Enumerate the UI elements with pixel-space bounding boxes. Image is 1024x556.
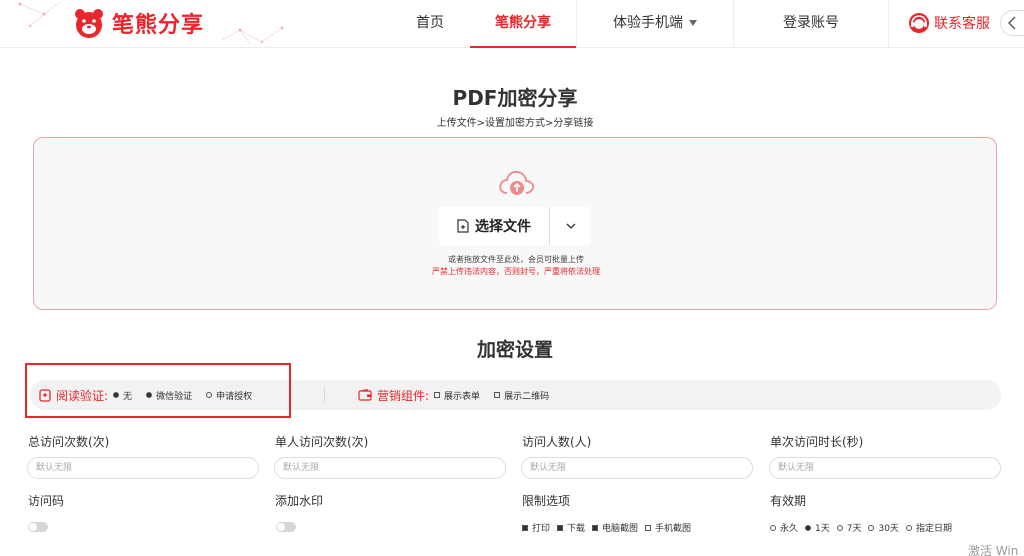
upload-options-dropdown[interactable] — [550, 207, 591, 245]
validity-options: 永久 1天 7天 30天 指定日期 — [770, 521, 959, 534]
cloud-upload-icon — [499, 170, 535, 195]
brand-name: 笔熊分享 — [112, 13, 205, 38]
nav-share[interactable]: 笔熊分享 — [470, 0, 576, 48]
marketing-group: 营销组件: 展示表单 展示二维码 — [358, 380, 563, 410]
validity-label: 有效期 — [770, 494, 807, 508]
chevron-left-icon — [1008, 16, 1016, 30]
watermark-label: 添加水印 — [275, 494, 324, 508]
access-code-toggle[interactable] — [28, 522, 48, 532]
marketing-label: 营销组件: — [377, 388, 430, 403]
checkbox-box — [522, 524, 528, 531]
checkbox-box — [557, 524, 564, 531]
radio-dot — [868, 524, 875, 531]
visit-duration-label: 单次访问时长(秒) — [770, 435, 864, 449]
radio-label: 30天 — [878, 524, 899, 534]
per-user-visits-label: 单人访问次数(次) — [275, 435, 369, 449]
visitor-count-input[interactable] — [521, 457, 753, 479]
show-form-checkbox[interactable]: 展示表单 — [434, 389, 480, 402]
checkbox-box — [494, 392, 501, 398]
nav-mobile-label: 体验手机端 — [613, 15, 683, 31]
radio-label: 永久 — [780, 524, 799, 534]
nav-share-label: 笔熊分享 — [495, 15, 551, 31]
validity-forever-radio[interactable]: 永久 — [770, 521, 798, 534]
nav-home-label: 首页 — [416, 15, 444, 31]
radio-label: 1天 — [815, 524, 830, 534]
access-code-label: 访问码 — [28, 494, 65, 508]
choose-file-label: 选择文件 — [475, 219, 531, 235]
checkbox-label: 手机截图 — [655, 524, 692, 534]
checkbox-label: 下载 — [567, 524, 586, 534]
checkbox-box — [434, 392, 441, 398]
limit-pc-screenshot-checkbox[interactable]: 电脑截图 — [592, 521, 638, 534]
radio-dot — [770, 524, 776, 531]
validity-1day-radio[interactable]: 1天 — [805, 521, 830, 534]
top-header: 笔熊分享 首页 笔熊分享 体验手机端 登录账号 联系客服 — [0, 0, 1024, 48]
radio-dot — [805, 524, 812, 531]
limit-mobile-screenshot-checkbox[interactable]: 手机截图 — [645, 521, 691, 534]
checkbox-label: 打印 — [532, 524, 551, 534]
chevron-down-icon — [566, 223, 575, 229]
upload-hint: 或者拖放文件至此处，会员可批量上传 — [448, 255, 584, 264]
show-qrcode-checkbox[interactable]: 展示二维码 — [494, 389, 549, 402]
settings-title: 加密设置 — [476, 339, 553, 361]
limits-options: 打印 下载 电脑截图 手机截图 — [522, 521, 698, 534]
visit-duration-input[interactable] — [769, 457, 1001, 479]
validity-30day-radio[interactable]: 30天 — [868, 521, 899, 534]
main-nav: 首页 笔熊分享 体验手机端 登录账号 — [390, 0, 889, 48]
step-breadcrumb: 上传文件>设置加密方式>分享链接 — [436, 118, 594, 129]
visitor-count-label: 访问人数(人) — [522, 435, 592, 449]
upload-warning: 严禁上传违法内容，否则封号，严重将依法处理 — [432, 267, 600, 276]
per-user-visits-input[interactable] — [274, 457, 506, 479]
file-plus-icon — [457, 219, 469, 233]
choose-file-button[interactable]: 选择文件 — [439, 207, 549, 245]
checkbox-label: 电脑截图 — [602, 524, 639, 534]
validity-custom-date-radio[interactable]: 指定日期 — [905, 521, 952, 534]
os-activation-watermark: 激活 Win — [968, 544, 1019, 556]
nav-mobile-dropdown[interactable]: 体验手机端 — [577, 0, 733, 48]
watermark-toggle[interactable] — [276, 522, 296, 532]
limits-label: 限制选项 — [522, 494, 571, 508]
page-title: PDF加密分享 — [452, 86, 578, 110]
radio-label: 7天 — [846, 524, 862, 534]
upload-dropzone[interactable]: 选择文件 或者拖放文件至此处，会员可批量上传 严禁上传违法内容，否则封号，严重将… — [33, 137, 997, 310]
brand-logo[interactable]: 笔熊分享 — [72, 6, 204, 40]
bar-divider — [324, 387, 325, 403]
nav-divider — [888, 0, 889, 48]
checkbox-label: 展示二维码 — [504, 391, 550, 402]
total-visits-label: 总访问次数(次) — [28, 435, 110, 449]
total-visits-input[interactable] — [27, 457, 259, 479]
choose-file-group: 选择文件 — [439, 207, 591, 245]
limit-download-checkbox[interactable]: 下载 — [557, 521, 585, 534]
limit-print-checkbox[interactable]: 打印 — [522, 521, 550, 534]
nav-home[interactable]: 首页 — [390, 0, 470, 48]
contact-service-label: 联系客服 — [934, 16, 990, 32]
checkbox-box — [645, 524, 652, 531]
radio-label: 指定日期 — [915, 524, 952, 534]
wallet-icon — [358, 389, 372, 401]
nav-login[interactable]: 登录账号 — [734, 0, 888, 48]
nav-login-label: 登录账号 — [783, 15, 839, 31]
validity-7day-radio[interactable]: 7天 — [836, 521, 862, 534]
radio-dot — [905, 524, 912, 531]
contact-service-link[interactable]: 联系客服 — [908, 12, 990, 34]
headset-service-icon — [909, 13, 929, 33]
read-verify-highlight-box — [25, 363, 291, 418]
checkbox-label: 展示表单 — [444, 391, 481, 402]
side-panel-toggle[interactable] — [1000, 10, 1024, 36]
checkbox-box — [592, 524, 599, 531]
caret-down-icon — [689, 20, 697, 26]
radio-dot — [836, 524, 843, 531]
bear-logo-icon — [75, 9, 103, 38]
